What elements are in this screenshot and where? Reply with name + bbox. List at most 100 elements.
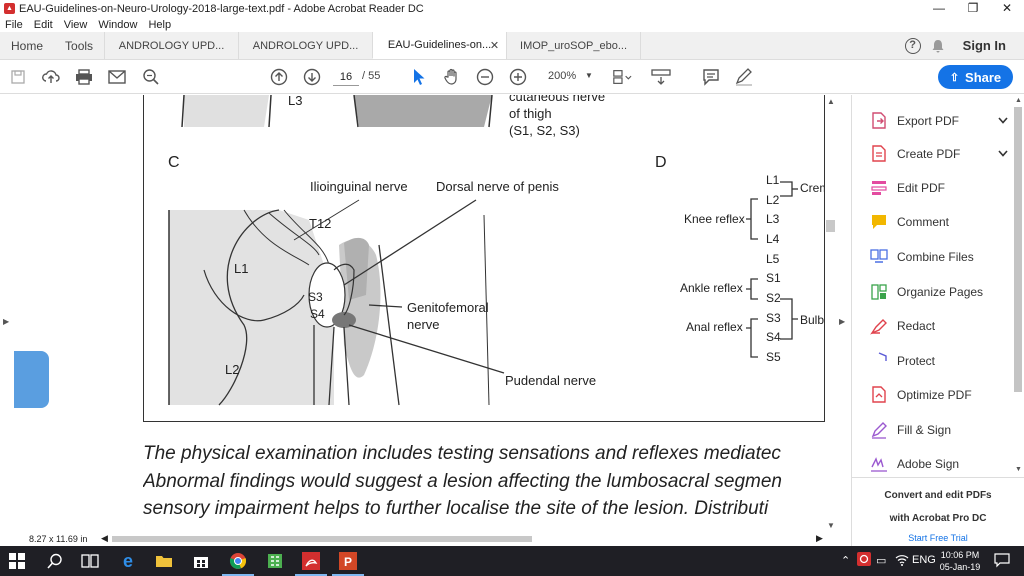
select-cursor-icon[interactable] <box>409 67 429 87</box>
side-panel-tab[interactable] <box>14 351 49 408</box>
zoom-in-icon[interactable] <box>508 67 528 87</box>
tab-bar: Home Tools ANDROLOGY UPD... ANDROLOGY UP… <box>0 32 1024 60</box>
tool-comment[interactable]: Comment <box>870 211 1012 233</box>
wifi-icon[interactable] <box>895 554 909 569</box>
tool-adobe-sign[interactable]: Adobe Sign <box>870 453 1012 475</box>
tool-optimize-pdf[interactable]: Optimize PDF <box>870 384 1012 406</box>
tool-create-pdf[interactable]: Create PDF <box>870 143 1012 165</box>
edit-pdf-icon <box>870 179 888 197</box>
scroll-up-icon[interactable]: ▲ <box>827 97 835 106</box>
scroll-thumb[interactable] <box>1014 107 1022 392</box>
doc-tab-4[interactable]: IMOP_uroSOP_ebo... <box>506 32 640 59</box>
menu-view[interactable]: View <box>64 19 88 31</box>
chevron-down-icon[interactable] <box>998 148 1008 160</box>
menu-window[interactable]: Window <box>98 19 137 31</box>
previous-page-icon[interactable] <box>269 67 289 87</box>
tools-pane: Export PDF Create PDF Edit PDF Comment Combi… <box>851 95 1024 546</box>
tool-organize-pages[interactable]: Organize Pages <box>870 281 1012 303</box>
zoom-level-select[interactable]: 200% <box>548 70 576 82</box>
menu-edit[interactable]: Edit <box>34 19 53 31</box>
hand-tool-icon[interactable] <box>442 67 462 87</box>
action-center-icon[interactable] <box>994 552 1010 571</box>
store-icon[interactable] <box>191 551 211 571</box>
scroll-right-icon[interactable]: ▶ <box>816 533 823 544</box>
scroll-down-icon[interactable]: ▼ <box>827 521 835 530</box>
tool-redact[interactable]: Redact <box>870 315 1012 337</box>
label-ankle-reflex: Ankle reflex <box>680 281 743 295</box>
tool-edit-pdf[interactable]: Edit PDF <box>870 177 1012 199</box>
search-zoom-icon[interactable] <box>141 67 161 87</box>
segment-l1: L1 <box>766 173 780 187</box>
notification-bell-icon[interactable] <box>931 39 945 53</box>
save-icon[interactable] <box>8 67 28 87</box>
email-icon[interactable] <box>107 67 127 87</box>
help-icon[interactable]: ? <box>904 37 921 54</box>
close-tab-icon[interactable]: ✕ <box>490 39 499 52</box>
chevron-down-icon[interactable]: ▼ <box>585 71 593 80</box>
tab-tools[interactable]: Tools <box>54 32 104 59</box>
tool-label: Edit PDF <box>897 181 946 195</box>
left-panel-expand-icon[interactable]: ▶ <box>3 317 9 326</box>
search-icon[interactable] <box>45 551 65 571</box>
close-window-button[interactable]: ✕ <box>990 0 1024 17</box>
document-viewport[interactable]: ▶ L3 cutaneous nerve of thigh (S1, S2, S… <box>0 95 851 532</box>
tool-combine-files[interactable]: Combine Files <box>870 246 1012 268</box>
redact-icon <box>870 317 888 335</box>
tools-pane-scrollbar[interactable]: ▲ ▼ <box>1012 95 1024 475</box>
comment-tool-icon[interactable] <box>701 67 721 87</box>
upload-cloud-icon[interactable] <box>41 67 61 87</box>
tool-export-pdf[interactable]: Export PDF <box>870 110 1012 132</box>
menu-help[interactable]: Help <box>148 19 171 31</box>
read-mode-icon[interactable] <box>651 67 671 87</box>
tray-expand-icon[interactable]: ⌃ <box>841 554 850 567</box>
share-button[interactable]: ⇧ Share <box>938 65 1013 89</box>
horizontal-scroll-thumb[interactable] <box>112 536 532 542</box>
scroll-thumb[interactable] <box>826 220 835 232</box>
document-vertical-scrollbar[interactable]: ▲ ▼ <box>825 95 837 532</box>
edge-browser-icon[interactable]: e <box>118 551 138 571</box>
tray-acrobat-icon[interactable] <box>857 552 871 569</box>
right-panel-collapse-icon[interactable]: ▶ <box>839 317 845 326</box>
language-indicator[interactable]: ENG <box>912 554 936 566</box>
minimize-button[interactable]: — <box>922 0 956 17</box>
segment-s4: S4 <box>766 330 781 344</box>
chrome-icon[interactable] <box>222 551 254 576</box>
tool-label: Redact <box>897 319 936 333</box>
export-pdf-icon <box>870 112 888 130</box>
draw-pen-icon[interactable] <box>734 67 754 87</box>
doc-tab-active[interactable]: EAU-Guidelines-on... ✕ <box>372 32 507 59</box>
segment-l2: L2 <box>766 193 780 207</box>
acrobat-reader-icon[interactable] <box>295 551 327 576</box>
task-view-icon[interactable] <box>80 551 100 571</box>
calculator-icon[interactable] <box>265 551 285 571</box>
chevron-down-icon[interactable] <box>998 115 1008 127</box>
tool-protect[interactable]: Protect <box>870 350 1012 372</box>
powerpoint-icon[interactable]: P <box>332 551 364 576</box>
file-explorer-icon[interactable] <box>154 551 174 571</box>
start-free-trial-link[interactable]: Start Free Trial <box>852 533 1024 543</box>
maximize-button[interactable]: ❐ <box>956 0 990 17</box>
label-of-thigh: of thigh <box>509 106 552 121</box>
taskbar-clock[interactable]: 10:06 PM 05-Jan-19 <box>934 549 986 573</box>
scroll-left-icon[interactable]: ◀ <box>101 533 108 544</box>
page-number-input[interactable]: 16 <box>333 69 359 86</box>
segment-s5: S5 <box>766 350 781 364</box>
scroll-down-icon[interactable]: ▼ <box>1015 466 1022 473</box>
sign-in-link[interactable]: Sign In <box>963 38 1006 53</box>
tab-home[interactable]: Home <box>0 32 54 59</box>
zoom-out-icon[interactable] <box>475 67 495 87</box>
battery-icon[interactable]: ▭ <box>876 554 886 567</box>
menu-file[interactable]: File <box>5 19 23 31</box>
tool-fill-sign[interactable]: Fill & Sign <box>870 419 1012 441</box>
label-l3-top: L3 <box>288 95 303 108</box>
print-icon[interactable] <box>74 67 94 87</box>
body-text-line-3: sensory impairment helps to further loca… <box>143 498 769 519</box>
doc-tab-1[interactable]: ANDROLOGY UPD... <box>104 32 238 59</box>
label-ilioinguinal: Ilioinguinal nerve <box>310 179 408 194</box>
scroll-up-icon[interactable]: ▲ <box>1015 97 1022 104</box>
page-layout-icon[interactable] <box>612 67 632 87</box>
windows-start-icon[interactable] <box>7 551 27 571</box>
next-page-icon[interactable] <box>302 67 322 87</box>
label-genitofemoral: Genitofemoral <box>407 300 489 315</box>
doc-tab-2[interactable]: ANDROLOGY UPD... <box>238 32 372 59</box>
